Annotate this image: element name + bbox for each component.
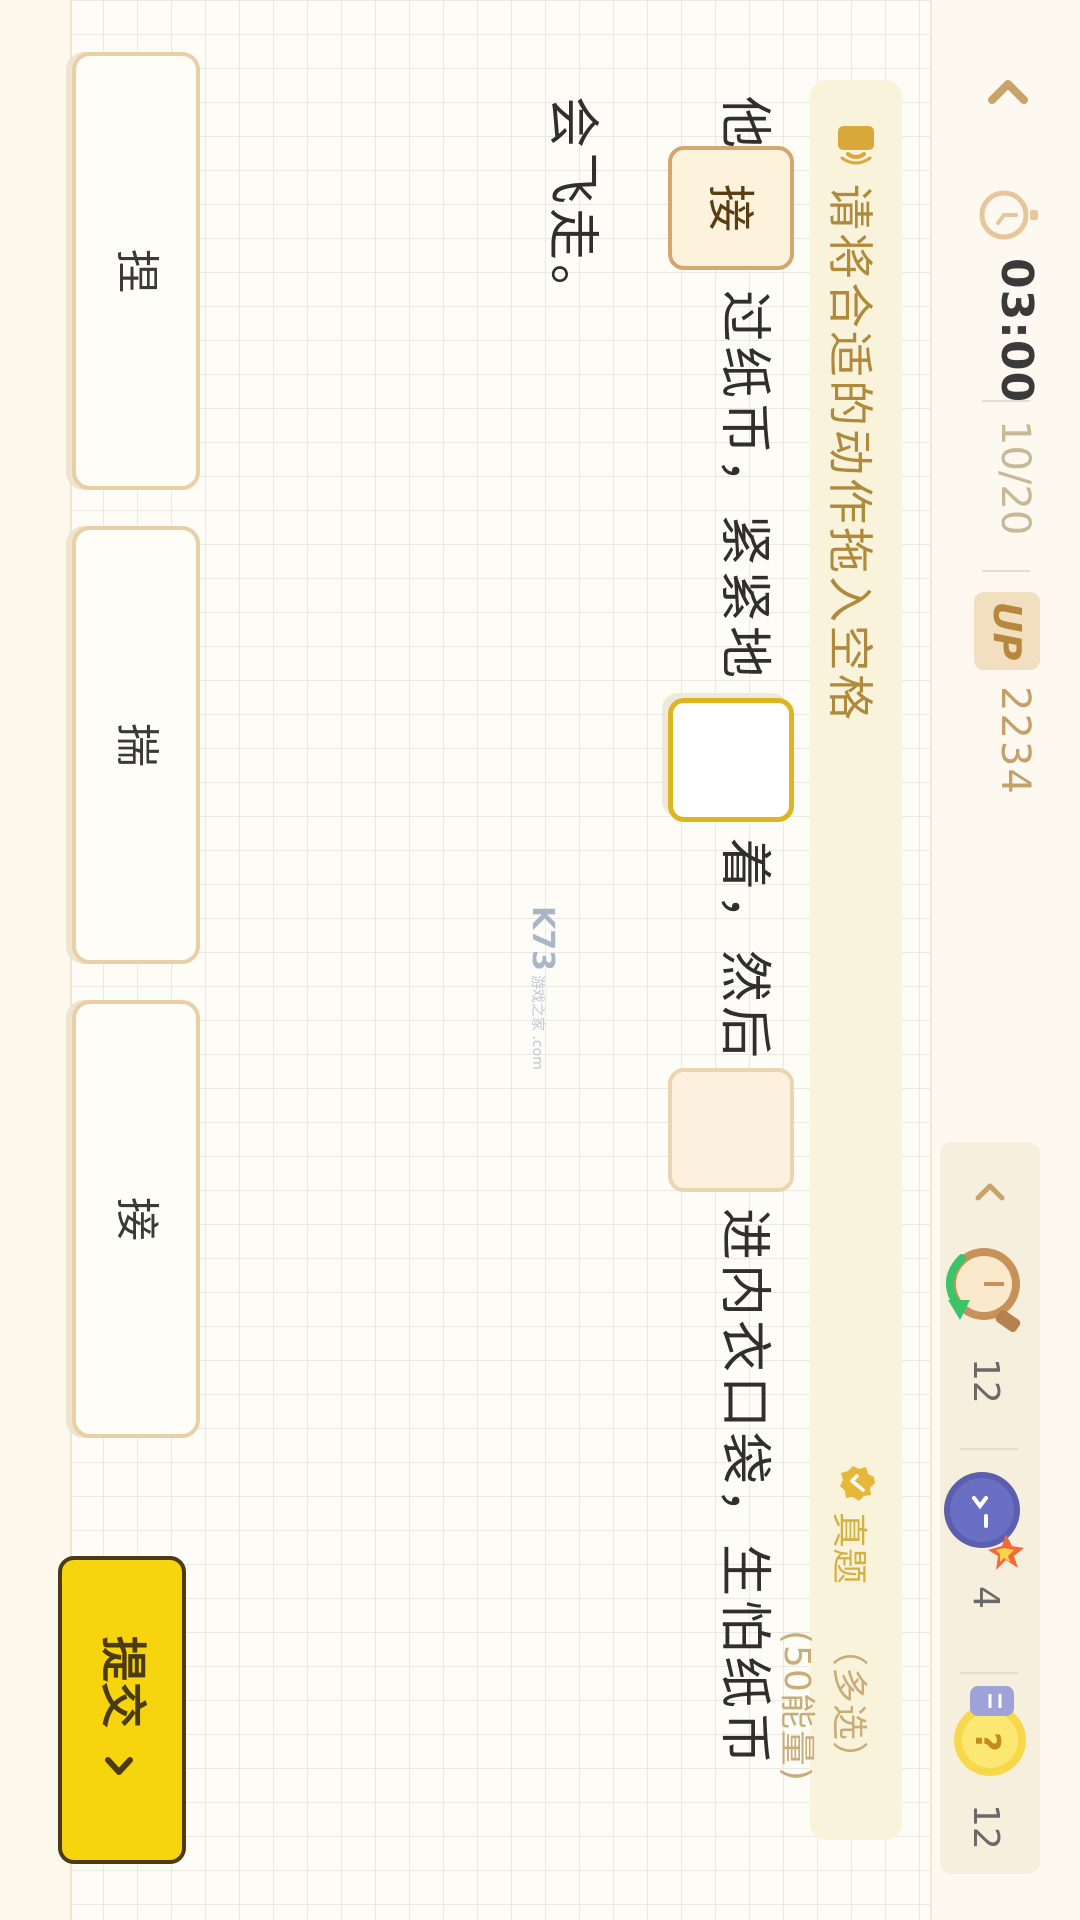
blank-slot-1[interactable]: 接 xyxy=(668,146,794,270)
speaker-icon[interactable] xyxy=(836,122,876,166)
stopwatch-icon xyxy=(979,190,1038,240)
blank-slot-2[interactable] xyxy=(668,698,794,822)
watermark-logo: K73 游戏之家 .com xyxy=(525,906,560,1070)
up-icon: UP xyxy=(974,592,1040,670)
question-meta: （多选）(50能量) xyxy=(776,1630,869,1782)
powerup-bar: 12 4 ? 12 xyxy=(940,1142,1040,1874)
sentence-text: 进内衣口袋，生怕纸币 xyxy=(714,1208,774,1769)
choice-option-2[interactable]: 揣 xyxy=(72,526,200,964)
verified-badge-icon xyxy=(840,1466,875,1501)
sentence-text: 着，然后 xyxy=(714,838,774,1063)
real-exam-tag: 真题 xyxy=(828,1512,869,1585)
bomb-count: 4 xyxy=(965,1586,1006,1609)
hint-bulb-icon: ? xyxy=(954,1686,1026,1776)
sentence-text-line2: 会飞走。 xyxy=(542,96,602,321)
timer: 03:00 xyxy=(991,258,1042,404)
choice-option-3[interactable]: 接 xyxy=(72,1000,200,1438)
rewind-powerup[interactable]: 12 xyxy=(940,1240,1040,1430)
instruction-banner: 请将合适的动作拖入空格 真题 （多选）(50能量) xyxy=(776,80,902,1840)
time-rewind-icon xyxy=(946,1248,1021,1333)
question-progress: 10/20 xyxy=(992,420,1038,536)
divider xyxy=(960,1672,1018,1674)
bomb-icon xyxy=(944,1472,1024,1570)
watermark-main: K73 xyxy=(525,906,560,971)
top-bar: 03:00 10/20 UP 2234 12 4 ? 12 xyxy=(930,0,1080,1920)
sentence-text: 过纸币，紧紧地 xyxy=(714,290,774,683)
sentence-text: 他 xyxy=(714,96,774,149)
divider xyxy=(982,570,1030,572)
hint-powerup[interactable]: ? 12 xyxy=(940,1682,1040,1872)
chevron-left-icon[interactable] xyxy=(970,1172,1010,1212)
rewind-count: 12 xyxy=(965,1358,1006,1404)
watermark-sub: 游戏之家 .com xyxy=(529,975,545,1070)
game-screen: 03:00 10/20 UP 2234 12 4 ? 12 请将合适的动作拖入空… xyxy=(0,0,1080,1920)
choice-option-1[interactable]: 捏 xyxy=(72,52,200,490)
up-score: 2234 xyxy=(992,686,1038,796)
instruction-text: 请将合适的动作拖入空格 xyxy=(823,184,877,723)
svg-text:?: ? xyxy=(967,1732,1007,1752)
divider xyxy=(982,400,1030,402)
bomb-powerup[interactable]: 4 xyxy=(940,1464,1040,1654)
divider xyxy=(960,1448,1018,1450)
submit-label: 提交 xyxy=(96,1635,150,1728)
submit-button[interactable]: 提交 xyxy=(58,1556,186,1864)
hint-count: 12 xyxy=(965,1804,1006,1850)
chevron-right-icon xyxy=(105,1757,134,1775)
back-arrow-icon[interactable] xyxy=(984,70,1032,118)
blank-slot-3[interactable] xyxy=(668,1068,794,1192)
